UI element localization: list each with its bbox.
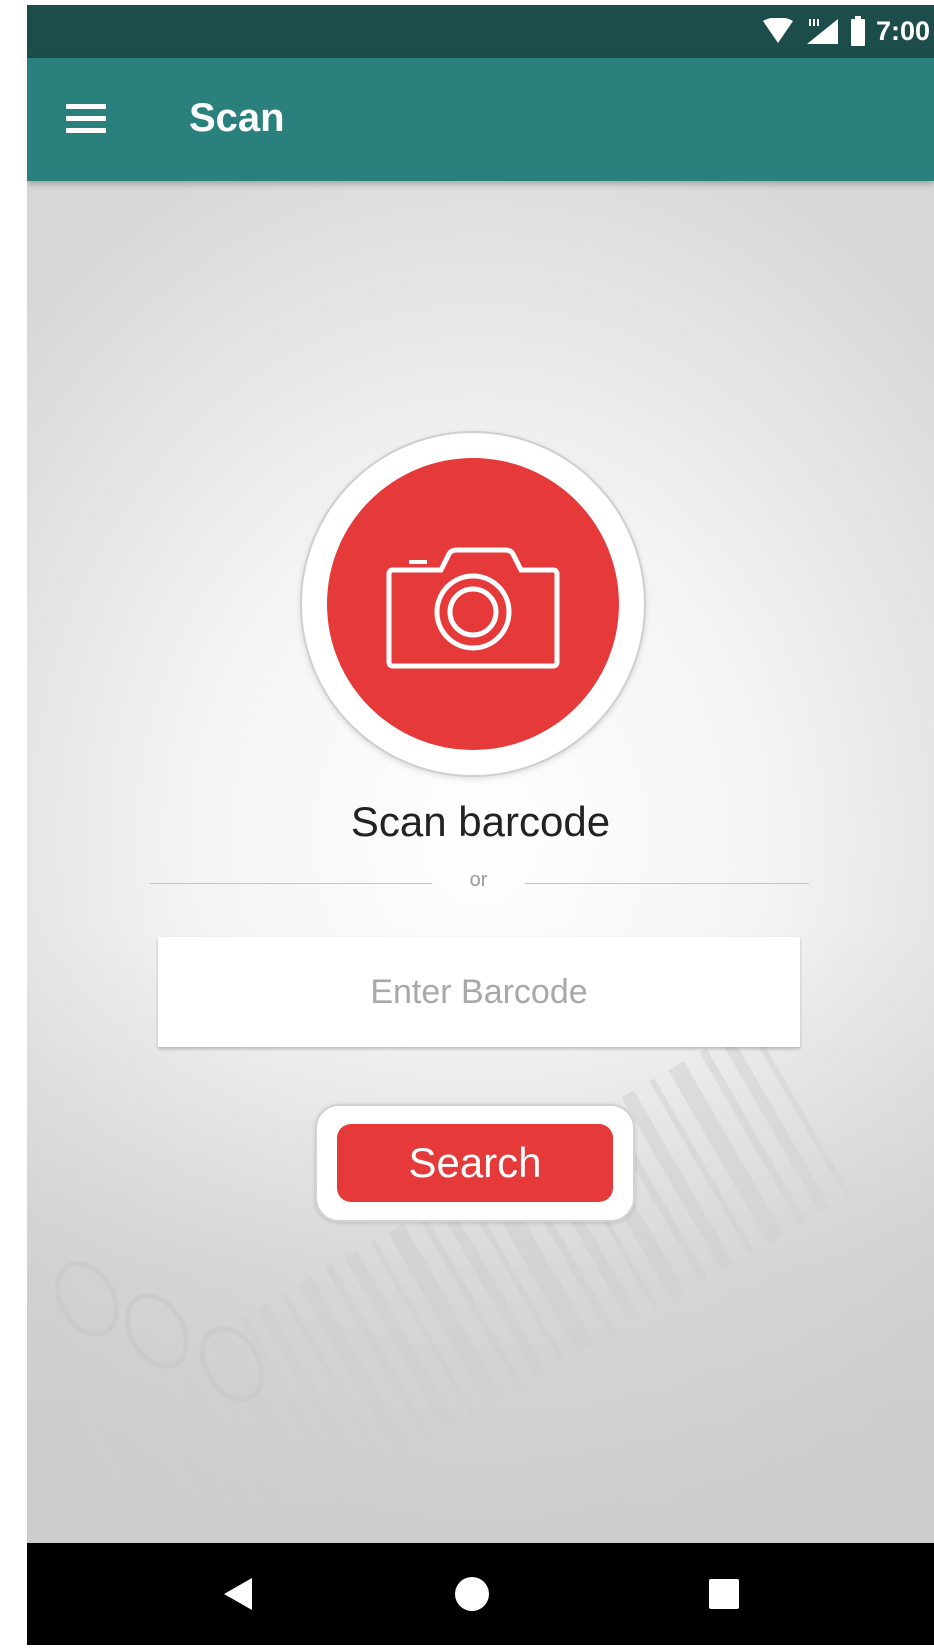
scan-content: Scan barcode or Search xyxy=(27,181,934,1543)
status-time: 7:00 xyxy=(875,15,930,46)
camera-circle xyxy=(327,458,619,750)
divider-right xyxy=(525,883,809,884)
home-icon[interactable] xyxy=(427,1543,517,1645)
scan-barcode-label: Scan barcode xyxy=(350,798,611,845)
divider-left xyxy=(150,883,432,884)
camera-icon xyxy=(386,547,560,669)
page-title: Scan xyxy=(189,96,285,140)
navigation-bar xyxy=(27,1543,934,1645)
wifi-icon xyxy=(762,18,793,43)
hamburger-menu-icon[interactable] xyxy=(63,100,109,136)
status-bar: 7:00 xyxy=(27,5,934,58)
scan-camera-button[interactable] xyxy=(300,431,646,777)
barcode-input[interactable] xyxy=(158,937,800,1047)
lte-signal-icon xyxy=(806,18,838,44)
status-icons: 7:00 xyxy=(762,15,930,47)
barcode-background-image xyxy=(27,181,934,1543)
search-button-frame: Search xyxy=(315,1104,635,1222)
battery-icon xyxy=(850,16,865,46)
recents-icon[interactable] xyxy=(679,1543,769,1645)
phone-screen: 7:00 Scan Scan barcode or Enter Barcode … xyxy=(27,5,934,1645)
app-bar: Scan xyxy=(27,58,934,181)
back-icon[interactable] xyxy=(193,1543,283,1645)
search-button[interactable]: Search xyxy=(337,1124,613,1202)
divider-or-label: or xyxy=(469,869,488,891)
